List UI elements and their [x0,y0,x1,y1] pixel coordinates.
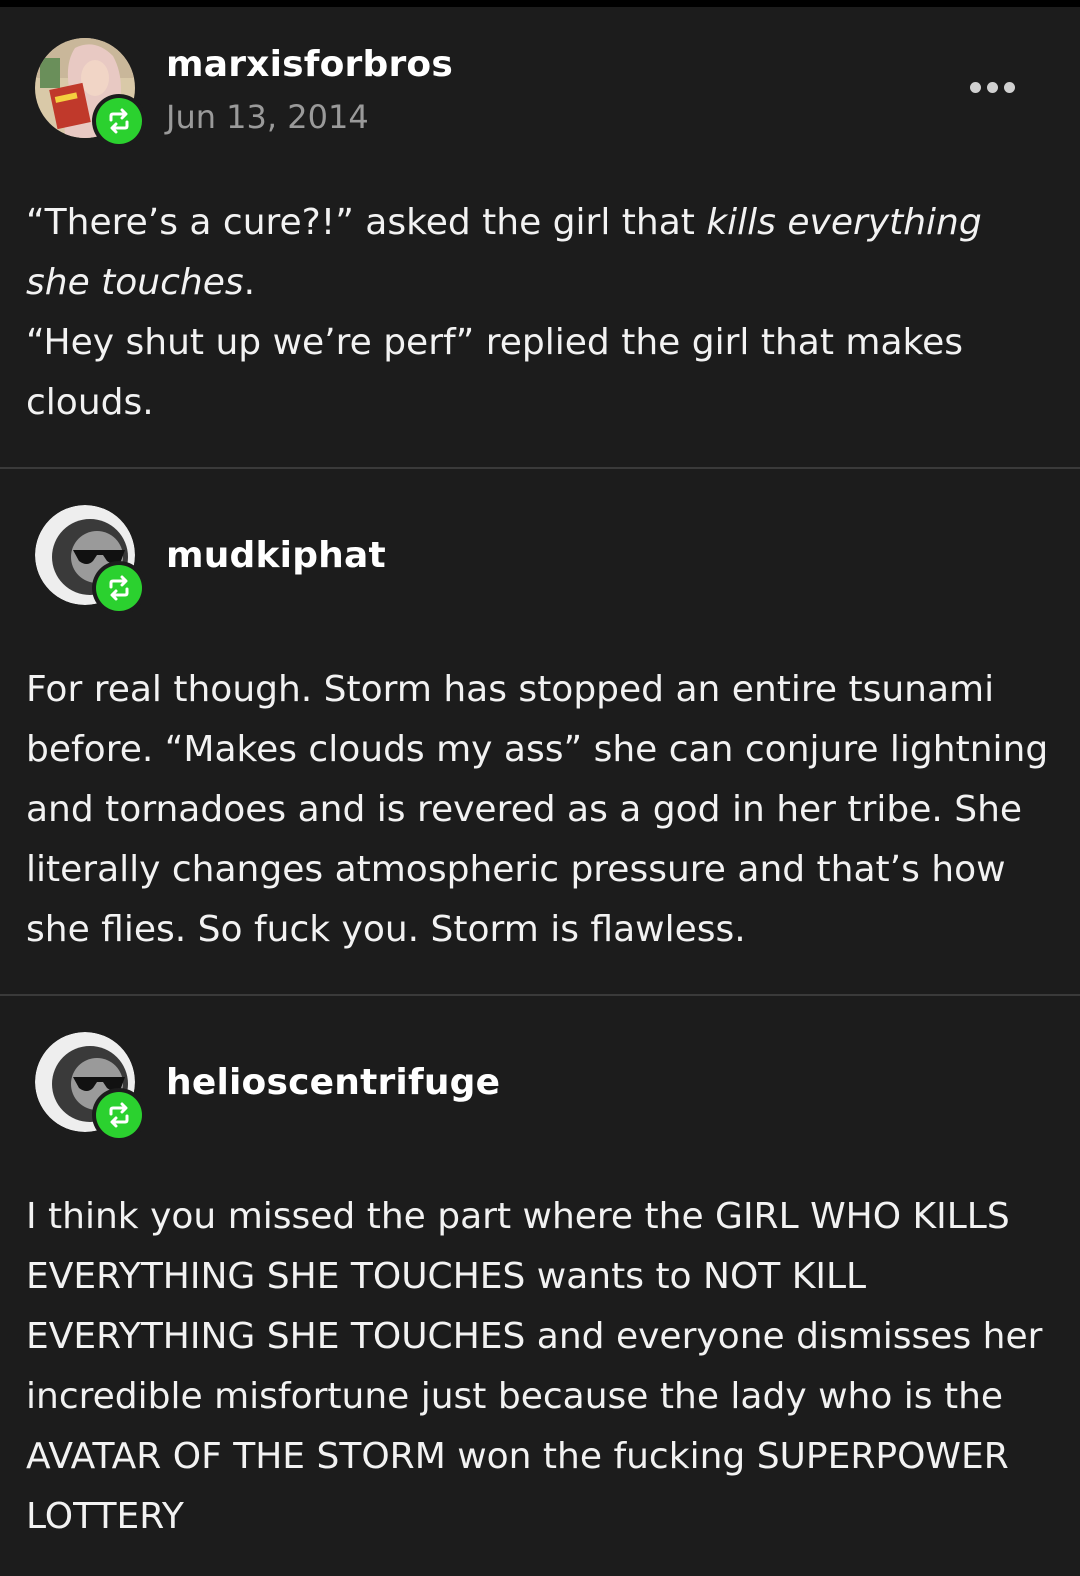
avatar-helioscentrifuge[interactable] [35,1032,147,1144]
post-body: For real though. Storm has stopped an en… [26,660,1056,960]
avatar-marxisforbros[interactable] [35,38,147,150]
reblog-badge [92,1088,146,1142]
username[interactable]: marxisforbros [166,44,453,85]
reblog-badge [92,561,146,615]
post-body: “There’s a cure?!” asked the girl that k… [26,193,1056,433]
divider [0,994,1080,996]
more-options-icon[interactable] [970,78,1020,96]
text-paragraph: I think you missed the part where the GI… [26,1196,1043,1537]
username[interactable]: mudkiphat [166,535,386,576]
text-paragraph: For real though. Storm has stopped an en… [26,669,1049,950]
reblog-badge [92,94,146,148]
text-line: “Hey shut up we’re perf” replied the gir… [26,322,964,423]
reblog-icon [109,108,129,134]
post-body: I think you missed the part where the GI… [26,1187,1056,1547]
text-line: “There’s a cure?!” asked the girl that k… [26,202,982,303]
username[interactable]: helioscentrifuge [166,1062,500,1103]
avatar-mudkiphat[interactable] [35,505,147,617]
top-bar [0,0,1080,7]
divider [0,467,1080,469]
reblog-icon [109,575,129,601]
reblog-icon [109,1102,129,1128]
post-date: Jun 13, 2014 [166,98,369,136]
